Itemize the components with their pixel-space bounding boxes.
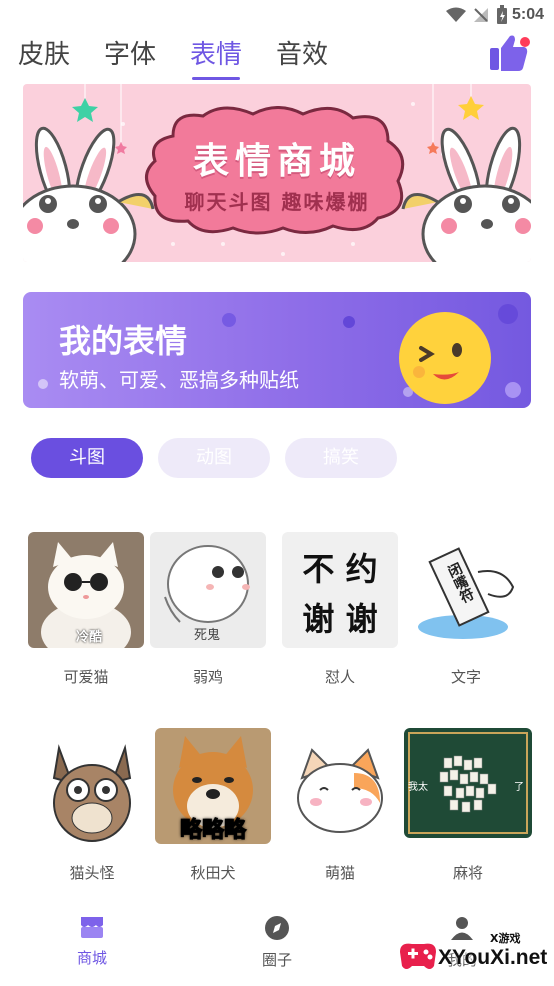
sticker-pack-diss[interactable]: 不 约 谢 谢 怼人 <box>282 532 398 687</box>
sticker-label: 弱鸡 <box>192 668 223 686</box>
my-emoji-subtitle: 软萌、可爱、恶搞多种贴纸 <box>59 368 299 392</box>
watermark: X游戏 XYouXi.net <box>388 930 548 982</box>
sticker-caption: 冷酷 <box>76 630 103 645</box>
sticker-pack-text[interactable]: 闭嘴符 文字 <box>408 532 524 687</box>
owl-image <box>34 728 150 844</box>
my-emoji-title: 我的表情 <box>59 322 188 360</box>
sticker-caption-line2: 谢 谢 <box>302 600 378 638</box>
thumbs-up-icon[interactable] <box>488 32 532 74</box>
filter-meme[interactable]: 斗图 <box>31 438 143 478</box>
sticker-label: 秋田犬 <box>190 864 236 882</box>
cool-cat-image: 冷酷 <box>28 532 144 648</box>
battery-icon <box>497 5 507 24</box>
tab-skin[interactable]: 皮肤 <box>18 36 70 82</box>
ghost-face-image: 死鬼 <box>150 532 266 648</box>
tab-sound[interactable]: 音效 <box>276 36 328 82</box>
sticker-label: 怼人 <box>324 668 355 686</box>
sticker-caption-line1: 不 约 <box>302 550 378 588</box>
nav-shop[interactable]: 商城 <box>52 915 132 968</box>
filter-animated[interactable]: 动图 <box>158 438 270 478</box>
sticker-label: 可爱猫 <box>63 668 109 686</box>
shop-banner-subtitle: 聊天斗图 趣味爆棚 <box>184 190 370 214</box>
sticker-label: 萌猫 <box>324 864 355 882</box>
active-tab-indicator <box>192 77 241 80</box>
sticker-pack-mahjong[interactable]: 我太 了 麻将 <box>404 728 532 883</box>
watermark-tag: X游戏 <box>490 930 521 946</box>
akita-dog-image: 略略略 <box>155 728 271 844</box>
tab-emoji[interactable]: 表情 <box>190 36 242 82</box>
sticker-pack-cute-cat[interactable]: 冷酷 可爱猫 <box>28 532 144 687</box>
sticker-caption: 略略略 <box>179 818 246 844</box>
watermark-brand: XYouXi.net <box>438 946 548 969</box>
nav-circle[interactable]: 圈子 <box>237 915 317 970</box>
sticker-pack-owl-monster[interactable]: 猫头怪 <box>34 728 150 883</box>
sticker-pack-weak-chick[interactable]: 死鬼 弱鸡 <box>150 532 266 687</box>
signal-icon <box>474 8 488 22</box>
tab-font[interactable]: 字体 <box>104 36 156 82</box>
status-bar: 5:04 <box>0 0 554 30</box>
compass-icon <box>265 916 289 940</box>
mahjong-table-image: 我太 了 <box>404 728 532 838</box>
filter-funny[interactable]: 搞笑 <box>285 438 397 478</box>
winking-smiley-icon <box>399 312 491 404</box>
emoji-shop-banner[interactable]: 表情商城 聊天斗图 趣味爆棚 <box>23 84 531 262</box>
top-tabs: 皮肤 字体 表情 音效 <box>0 36 554 82</box>
sticker-pack-akita[interactable]: 略略略 秋田犬 <box>155 728 271 883</box>
sticker-caption: 死鬼 <box>194 628 221 643</box>
shy-cat-image <box>282 728 398 844</box>
my-emoji-banner[interactable]: 我的表情 软萌、可爱、恶搞多种贴纸 <box>23 292 531 408</box>
shop-banner-title: 表情商城 <box>192 141 361 182</box>
sticker-label: 猫头怪 <box>69 864 115 882</box>
wifi-icon <box>446 7 466 22</box>
talisman-image: 闭嘴符 <box>408 532 524 648</box>
sticker-label: 文字 <box>450 668 481 686</box>
status-time: 5:04 <box>511 6 544 23</box>
nav-shop-label: 商城 <box>76 949 107 967</box>
text-sticker-image: 不 约 谢 谢 <box>282 532 398 648</box>
sticker-label: 麻将 <box>452 864 483 882</box>
sticker-pack-cute-cat-2[interactable]: 萌猫 <box>282 728 398 883</box>
sticker-caption-right: 了 <box>514 782 524 793</box>
nav-circle-label: 圈子 <box>261 951 292 969</box>
sticker-caption-left: 我太 <box>408 782 428 793</box>
shop-icon <box>81 917 103 938</box>
